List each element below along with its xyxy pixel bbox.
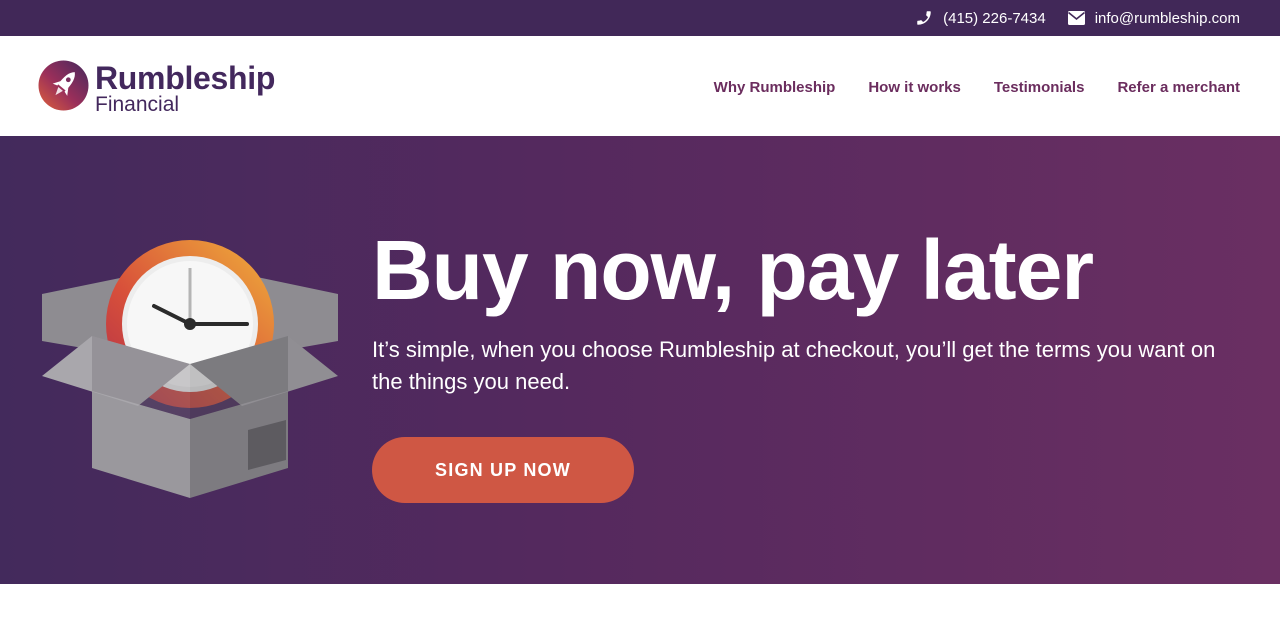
nav-why-rumbleship[interactable]: Why Rumbleship [714, 79, 836, 96]
hero-title: Buy now, pay later [372, 223, 1094, 317]
logo[interactable]: Rumbleship Financial [38, 60, 275, 116]
brand-name: Rumbleship [95, 59, 276, 96]
brand-subtitle: Financial [95, 92, 180, 116]
site-header: Rumbleship Financial Why Rumbleship How … [0, 36, 1280, 136]
email-link[interactable]: info@rumbleship.com [1067, 9, 1240, 27]
phone-number: (415) 226-7434 [943, 9, 1046, 27]
clock-in-box-illustration [40, 236, 340, 498]
rocket-icon [38, 60, 89, 116]
nav-how-it-works[interactable]: How it works [868, 79, 961, 96]
nav-refer-a-merchant[interactable]: Refer a merchant [1117, 79, 1240, 96]
sign-up-button[interactable]: SIGN UP NOW [372, 437, 634, 503]
top-bar: (415) 226-7434 info@rumbleship.com [0, 0, 1280, 36]
envelope-icon [1067, 11, 1085, 25]
phone-link[interactable]: (415) 226-7434 [915, 9, 1046, 27]
main-nav: Why Rumbleship How it works Testimonials… [714, 79, 1240, 96]
email-address: info@rumbleship.com [1094, 9, 1240, 27]
hero-section: Buy now, pay later It’s simple, when you… [0, 136, 1280, 584]
hero-subtitle: It’s simple, when you choose Rumbleship … [372, 337, 1216, 394]
phone-icon [915, 9, 933, 27]
nav-testimonials[interactable]: Testimonials [994, 79, 1085, 96]
